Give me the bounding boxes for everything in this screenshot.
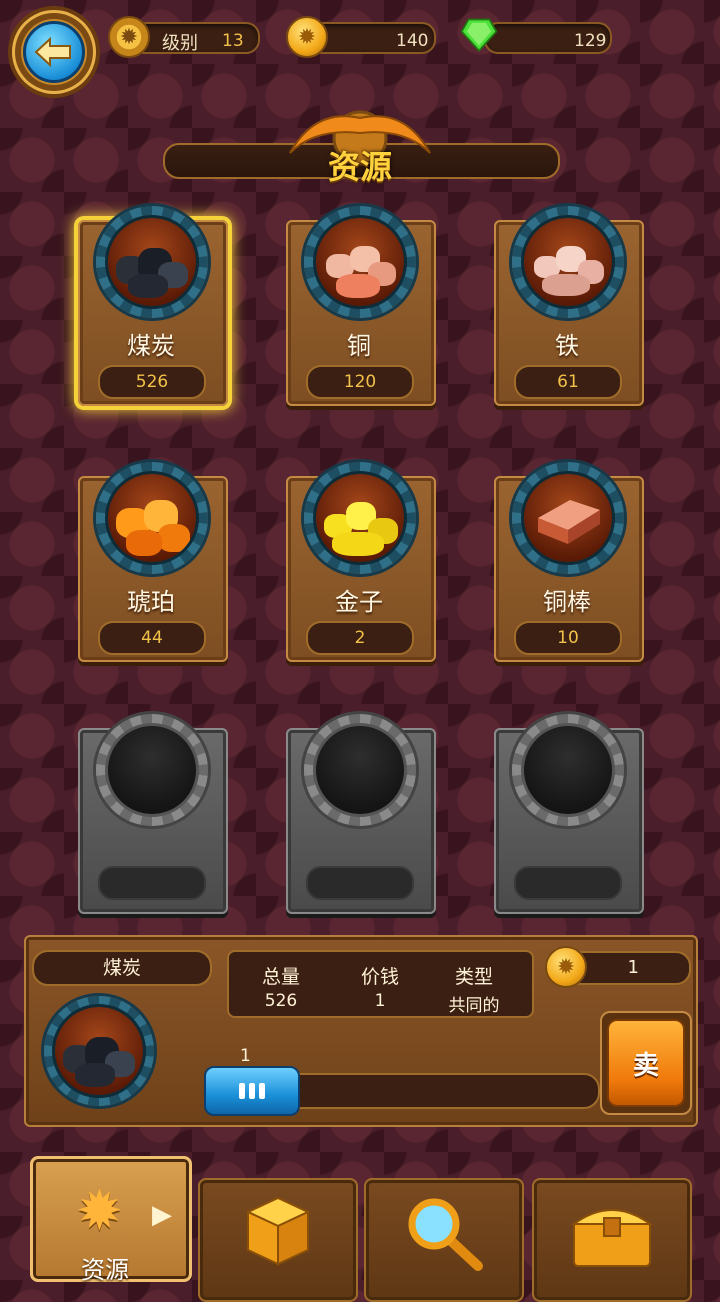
resource-count: 2 xyxy=(306,621,414,655)
chest-icon xyxy=(570,1209,654,1267)
selected-resource-name: 煤炭 xyxy=(32,950,212,986)
coal-icon xyxy=(105,215,199,309)
resource-name: 铜 xyxy=(347,332,371,360)
resource-name: 煤炭 xyxy=(127,332,175,360)
iron-gear-icon xyxy=(512,206,624,318)
slider-value: 1 xyxy=(240,1046,251,1066)
type-value: 共同的 xyxy=(448,996,500,1016)
resource-count: 61 xyxy=(514,365,622,399)
gear-icon: ✹ xyxy=(76,1179,123,1244)
magnifier-icon xyxy=(408,1198,483,1271)
price-value: 1 xyxy=(374,991,386,1011)
locked-count xyxy=(514,866,622,900)
gold-gear-icon xyxy=(304,462,416,574)
sell-price-value: 1 xyxy=(627,957,639,978)
play-arrow-icon: ▶ xyxy=(152,1200,172,1230)
resource-count: 44 xyxy=(98,621,206,655)
total-value: 526 xyxy=(264,991,298,1011)
locked-count xyxy=(306,866,414,900)
amber-gear-icon xyxy=(96,462,208,574)
page-title: 资源 xyxy=(327,148,392,186)
coin-icon: ✹ xyxy=(286,16,328,58)
coin-icon: ✹ xyxy=(545,946,587,988)
gear-icon: ✹ xyxy=(108,16,150,58)
coal-gear-icon xyxy=(96,206,208,318)
total-header: 总量 xyxy=(261,966,300,988)
copper-ore-icon xyxy=(313,215,407,309)
iron-ore-icon xyxy=(521,215,615,309)
copper-bar-icon xyxy=(521,471,615,565)
coins-value: 140 xyxy=(396,31,429,51)
resource-name: 铁 xyxy=(555,332,579,360)
resource-count: 120 xyxy=(306,365,414,399)
type-header: 类型 xyxy=(454,966,493,988)
sell-button[interactable]: 卖 xyxy=(600,1011,692,1115)
locked-gear-icon xyxy=(512,714,624,826)
resource-count: 10 xyxy=(514,621,622,655)
locked-gear-icon xyxy=(96,714,208,826)
locked-gear-icon xyxy=(304,714,416,826)
selected-gear-icon xyxy=(44,996,154,1106)
back-button[interactable] xyxy=(12,10,96,94)
resource-name: 琥珀 xyxy=(127,588,175,616)
level-value: 13 xyxy=(222,31,244,51)
back-arrow-icon xyxy=(23,21,85,83)
price-header: 价钱 xyxy=(360,966,399,988)
amber-icon xyxy=(105,471,199,565)
resource-count: 526 xyxy=(98,365,206,399)
dice-icon xyxy=(245,1196,311,1266)
sell-button-label: 卖 xyxy=(607,1019,685,1107)
locked-count xyxy=(98,866,206,900)
gems-value: 129 xyxy=(574,31,607,51)
quantity-slider-thumb[interactable] xyxy=(204,1066,300,1116)
resource-name: 铜棒 xyxy=(543,588,591,616)
copper-gear-icon xyxy=(304,206,416,318)
gold-nugget-icon xyxy=(313,471,407,565)
gem-icon xyxy=(460,16,498,54)
coal-icon xyxy=(52,1004,146,1098)
copper-bar-gear-icon xyxy=(512,462,624,574)
resource-name: 金子 xyxy=(335,588,383,616)
level-label: 级别 xyxy=(162,33,198,54)
